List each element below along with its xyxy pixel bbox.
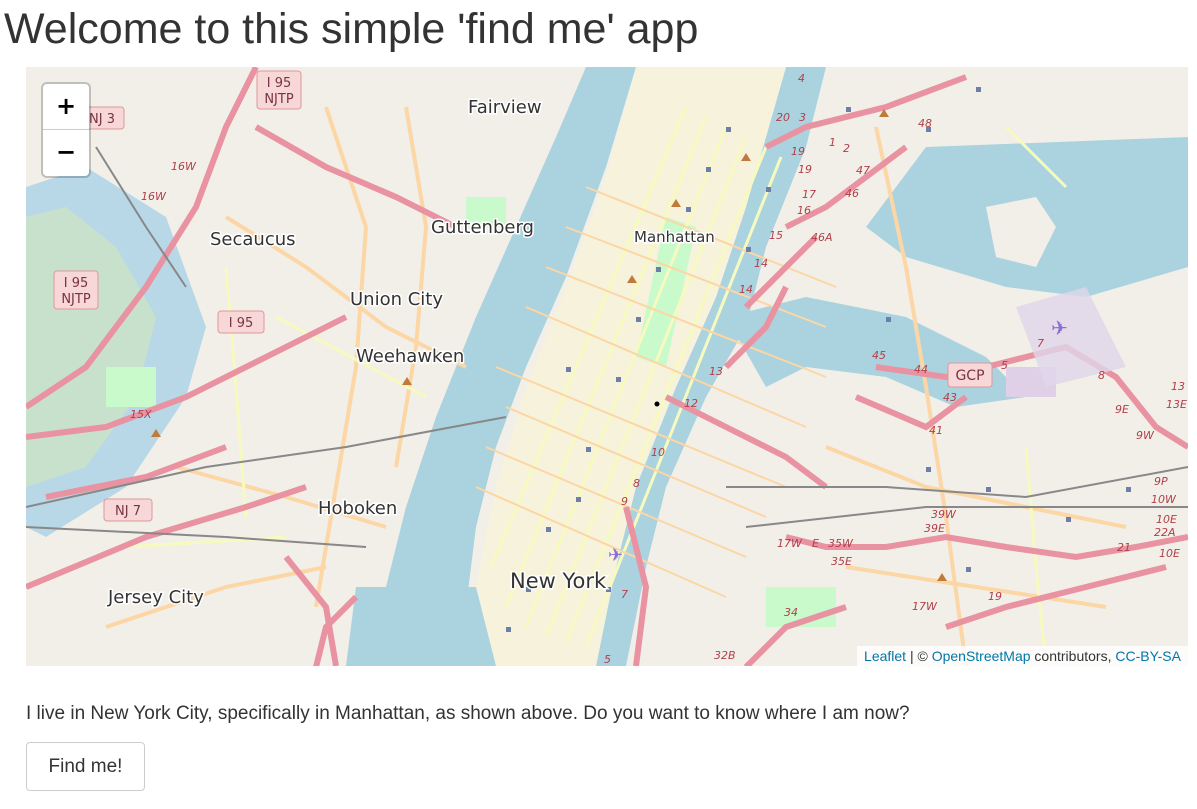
attribution-separator: | © [906, 648, 932, 664]
leaflet-link[interactable]: Leaflet [864, 648, 906, 664]
exit-label: 3 [799, 111, 806, 124]
exit-label: 19 [988, 590, 1002, 603]
exit-label: 10W [1151, 493, 1177, 506]
map-attribution: Leaflet | © OpenStreetMap contributors, … [857, 646, 1188, 666]
exit-label: 10E [1159, 547, 1180, 560]
exit-label: 16W [141, 190, 167, 203]
exit-label: 17W [777, 537, 803, 550]
exit-label: 19 [791, 145, 805, 158]
zoom-in-button[interactable]: + [43, 84, 89, 130]
shield-i95-njtp-top-2: NJTP [264, 92, 293, 107]
exit-label: 7 [1037, 337, 1044, 350]
exit-label: 10 [651, 446, 665, 459]
shield-i95-njtp-top-1: I 95 [267, 76, 292, 91]
exit-label: 46 [845, 187, 859, 200]
shield-i95-njtp-left-1: I 95 [64, 276, 89, 291]
place-weehawken: Weehawken [356, 346, 464, 367]
exit-label: 43 [943, 391, 957, 404]
intro-text: I live in New York City, specifically in… [26, 703, 910, 724]
exit-label: 35E [831, 555, 852, 568]
place-jersey-city: Jersey City [107, 587, 204, 608]
exit-label: 13E [1166, 398, 1187, 411]
exit-label: 41 [929, 424, 943, 437]
exit-label: 8 [1098, 369, 1105, 382]
place-new-york: New York [510, 569, 607, 593]
exit-label: 5 [1001, 359, 1008, 372]
shield-gcp: GCP [955, 368, 984, 384]
exit-label: 35W [828, 537, 854, 550]
place-guttenberg: Guttenberg [431, 217, 534, 238]
attribution-contributors: contributors, [1030, 648, 1116, 664]
exit-label: 19 [798, 163, 812, 176]
svg-text:✈: ✈ [1051, 316, 1068, 340]
exit-label: 8 [633, 477, 640, 490]
shield-nj3: NJ 3 [89, 112, 115, 127]
exit-label: 20 [776, 111, 790, 124]
exit-label: 14 [739, 283, 753, 296]
exit-label: 45 [872, 349, 886, 362]
place-manhattan: Manhattan [634, 228, 715, 246]
exit-label: 22A [1154, 526, 1176, 539]
exit-label: 48 [918, 117, 932, 130]
zoom-control: + − [43, 84, 89, 176]
exit-label: 10E [1156, 513, 1177, 526]
exit-label: 39E [924, 522, 945, 535]
exit-label: 14 [754, 257, 768, 270]
place-fairview: Fairview [468, 97, 542, 118]
shield-nj7: NJ 7 [115, 504, 141, 519]
exit-label: 5 [604, 653, 611, 666]
exit-label: 4 [798, 72, 805, 85]
exit-label: 44 [914, 363, 928, 376]
exit-label: 9E [1115, 403, 1129, 416]
exit-label: 17 [802, 188, 816, 201]
shield-i95-njtp-left-2: NJTP [61, 292, 90, 307]
exit-label: 15X [130, 408, 152, 421]
svg-text:✈: ✈ [608, 545, 623, 566]
exit-label: 9W [1136, 429, 1155, 442]
exit-label: 9P [1154, 475, 1168, 488]
exit-label: 47 [856, 164, 870, 177]
exit-label: 1 [829, 136, 836, 149]
license-link[interactable]: CC-BY-SA [1115, 648, 1181, 664]
shield-i95: I 95 [229, 316, 254, 331]
map[interactable]: ✈ ✈ Fairview Guttenberg Secaucus Union C… [26, 67, 1188, 666]
exit-label: 16 [797, 204, 811, 217]
exit-label: 16W [171, 160, 197, 173]
zoom-out-button[interactable]: − [43, 130, 89, 175]
exit-label: 34 [784, 606, 798, 619]
exit-label: 46A [811, 231, 833, 244]
exit-label: 32B [714, 649, 736, 662]
exit-label: E [812, 537, 819, 550]
exit-label: 17W [912, 600, 938, 613]
exit-label: 2 [843, 142, 850, 155]
openstreetmap-link[interactable]: OpenStreetMap [932, 648, 1031, 664]
exit-label: 15 [769, 229, 783, 242]
find-me-button[interactable]: Find me! [26, 742, 145, 791]
exit-label: 7 [621, 588, 628, 601]
exit-label: 21 [1117, 541, 1131, 554]
map-tiles[interactable]: ✈ ✈ Fairview Guttenberg Secaucus Union C… [26, 67, 1188, 666]
page-title: Welcome to this simple 'find me' app [4, 5, 699, 53]
exit-label: 13 [1171, 380, 1185, 393]
place-union-city: Union City [350, 289, 443, 310]
exit-label: 9 [621, 495, 628, 508]
exit-label: 12 [684, 397, 698, 410]
place-hoboken: Hoboken [318, 498, 397, 519]
place-secaucus: Secaucus [210, 229, 296, 250]
exit-label: 39W [931, 508, 957, 521]
exit-label: 13 [709, 365, 723, 378]
